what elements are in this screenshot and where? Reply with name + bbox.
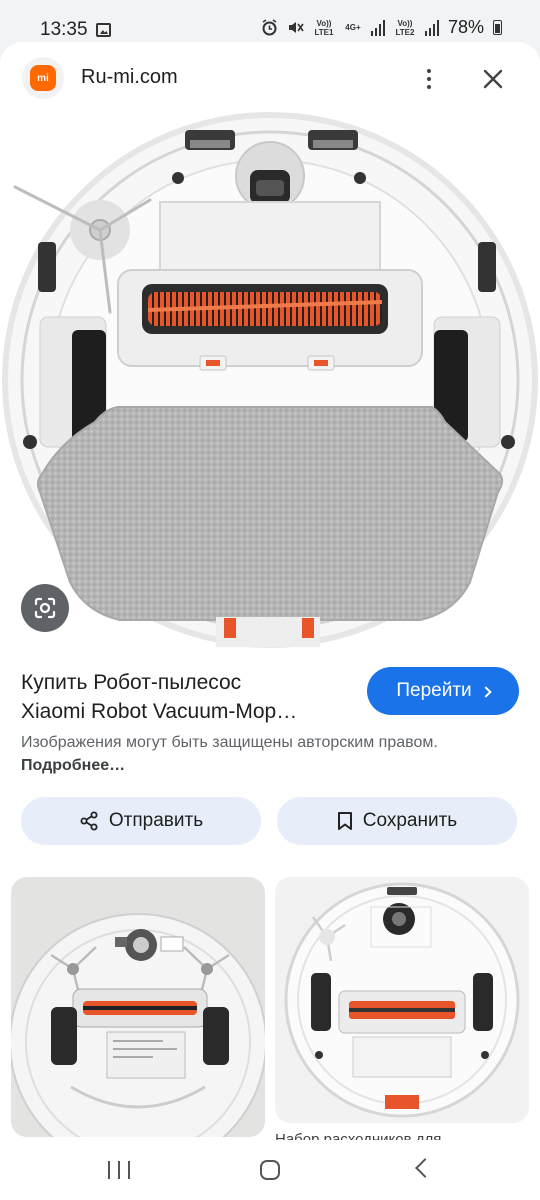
site-name[interactable]: Ru-mi.com xyxy=(81,66,178,89)
result-title-line2: Xiaomi Robot Vacuum-Mop… xyxy=(21,700,298,723)
share-button-label: Отправить xyxy=(108,810,204,831)
share-icon xyxy=(80,811,98,831)
site-header: mi Ru-mi.com xyxy=(0,42,540,112)
result-title-line1: Купить Робот-пылесос xyxy=(21,671,242,694)
copyright-notice: Изображения могут быть защищены авторски… xyxy=(21,731,441,777)
mute-icon xyxy=(288,22,304,33)
battery-text: 78% xyxy=(447,17,484,37)
battery-icon xyxy=(493,20,502,35)
robot-vacuum-image xyxy=(2,112,538,648)
related-image[interactable] xyxy=(11,877,265,1137)
chevron-right-icon xyxy=(479,685,492,698)
related-vacuum-image xyxy=(11,913,265,1137)
lens-icon xyxy=(34,597,56,619)
network-label: 4G+ xyxy=(345,23,361,32)
visit-button-label: Перейти xyxy=(396,680,472,701)
close-icon[interactable] xyxy=(475,61,511,97)
lens-button[interactable] xyxy=(21,584,69,632)
sim2-label: Vo)) LTE2 xyxy=(395,18,415,37)
related-image[interactable] xyxy=(275,877,529,1123)
result-title[interactable]: Купить Робот-пылесос Xiaomi Robot Vacuum… xyxy=(21,668,351,726)
sim1-label: Vo)) LTE1 xyxy=(314,18,334,37)
product-image[interactable] xyxy=(0,112,540,652)
alarm-icon xyxy=(262,19,277,36)
back-icon[interactable] xyxy=(415,1158,435,1178)
share-button[interactable]: Отправить xyxy=(21,797,261,845)
signal-icon xyxy=(424,19,439,36)
site-logo[interactable]: mi xyxy=(22,57,64,99)
copyright-text: Изображения могут быть защищены авторски… xyxy=(21,734,438,751)
xiaomi-logo-icon: mi xyxy=(30,65,56,91)
gallery-icon xyxy=(96,23,111,37)
save-button-label: Сохранить xyxy=(362,810,458,831)
status-time: 13:35 xyxy=(40,19,88,40)
related-vacuum-image xyxy=(284,882,520,1118)
more-info-link[interactable]: Подробнее… xyxy=(21,757,125,774)
related-caption[interactable]: Набор расходников для xyxy=(275,1130,529,1140)
save-button[interactable]: Сохранить xyxy=(277,797,517,845)
status-icons: Vo)) LTE1 4G+ Vo)) LTE2 78% xyxy=(261,17,502,38)
recent-apps-icon[interactable] xyxy=(108,1161,130,1179)
more-options-button[interactable] xyxy=(412,62,446,96)
signal-icon xyxy=(370,19,385,36)
visit-button[interactable]: Перейти xyxy=(367,667,519,715)
home-icon[interactable] xyxy=(260,1160,280,1180)
bookmark-icon xyxy=(337,812,352,830)
navigation-bar xyxy=(0,1140,540,1200)
